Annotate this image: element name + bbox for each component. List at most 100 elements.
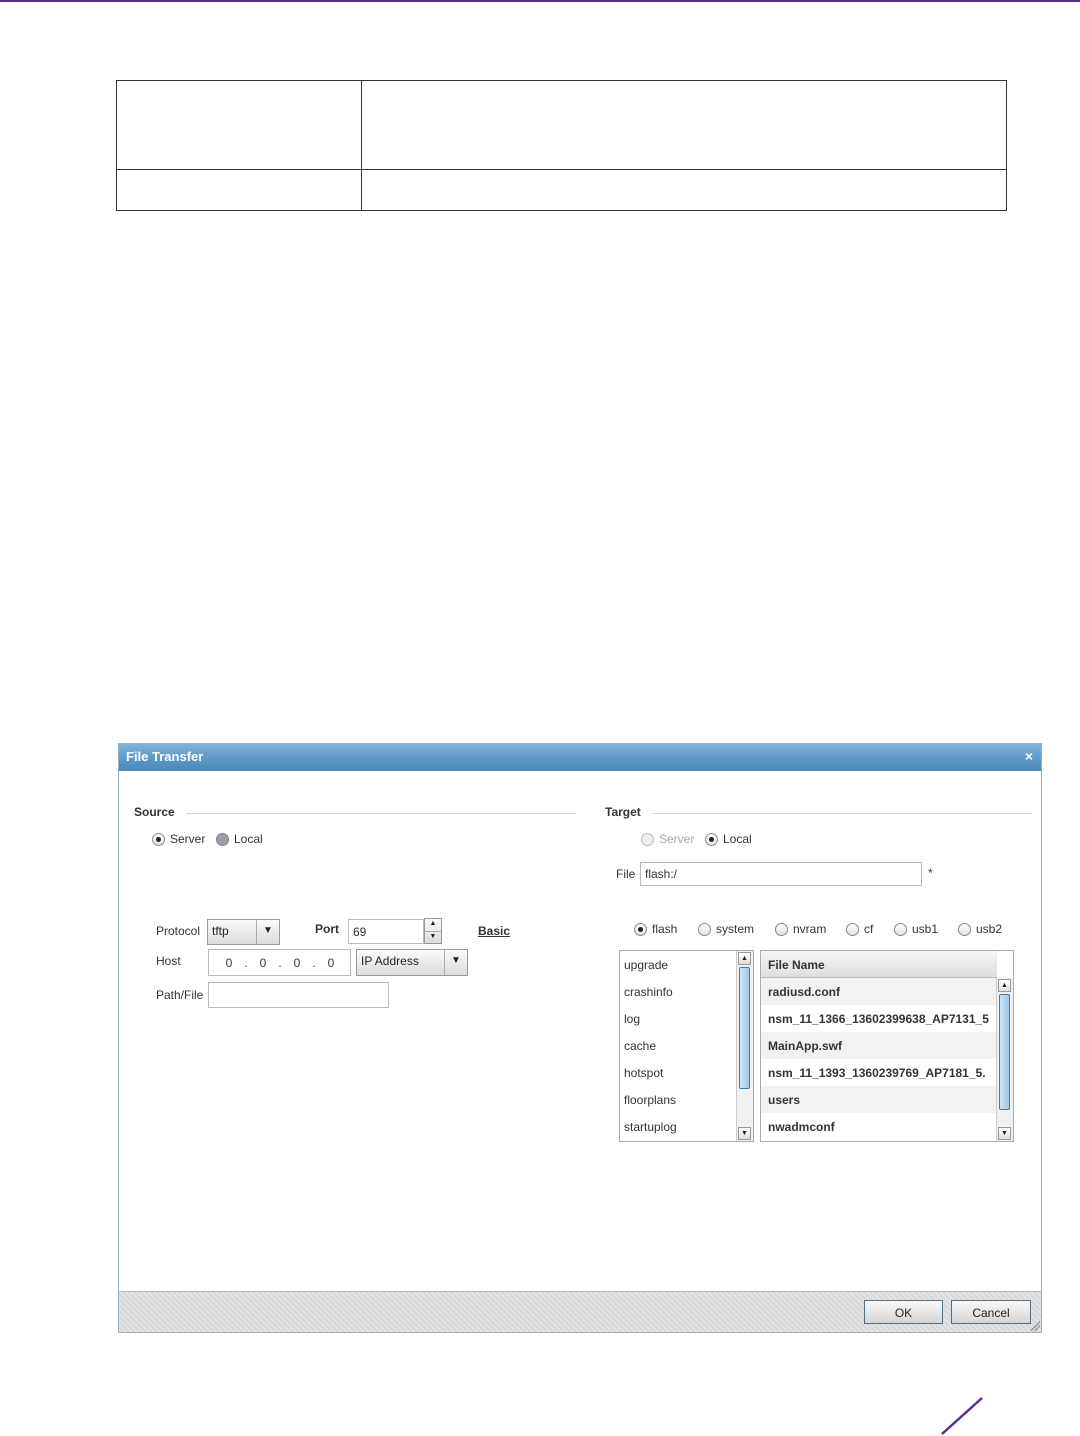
cancel-button[interactable]: Cancel (951, 1300, 1031, 1324)
list-item[interactable]: startuplog (624, 1120, 677, 1134)
host-ip-input[interactable]: 0 . 0 . 0 . 0 (208, 949, 351, 976)
close-icon[interactable]: × (1025, 748, 1033, 764)
divider (186, 813, 576, 814)
target-local-radio[interactable]: Local (705, 832, 752, 846)
port-input[interactable] (348, 919, 424, 944)
ip-dot: . (278, 955, 282, 970)
doc-table (116, 80, 1007, 211)
ip-dot: . (312, 955, 316, 970)
table-row[interactable]: users (761, 1086, 997, 1113)
dialog-footer: OK Cancel (119, 1291, 1041, 1332)
file-name-cell: nsm_11_1393_1360239769_AP7181_5. (768, 1066, 986, 1080)
protocol-select[interactable]: tftp ▼ (207, 919, 280, 945)
radio-selected-icon (152, 832, 165, 846)
scroll-up-icon[interactable]: ▲ (738, 952, 751, 965)
spin-up-icon[interactable]: ▲ (425, 919, 441, 932)
source-section-label: Source (134, 805, 175, 819)
ip-octet[interactable]: 0 (255, 956, 271, 970)
list-item[interactable]: log (624, 1012, 640, 1026)
storage-radio-cf[interactable]: cf (846, 922, 873, 936)
file-grid-scrollbar[interactable]: ▲ ▼ (996, 978, 1013, 1141)
file-input[interactable] (640, 862, 922, 886)
file-name-cell: MainApp.swf (768, 1039, 842, 1053)
pathfile-label: Path/File (156, 988, 204, 1002)
storage-radio-system[interactable]: system (698, 922, 754, 936)
host-type-value: IP Address (361, 954, 419, 968)
target-server-radio[interactable]: Server (641, 832, 694, 846)
list-item[interactable]: upgrade (624, 958, 668, 972)
column-header-label: File Name (768, 958, 825, 972)
radio-icon (775, 922, 788, 936)
host-type-select[interactable]: IP Address ▼ (356, 949, 468, 976)
radio-selected-icon (705, 832, 718, 846)
scroll-down-icon[interactable]: ▼ (738, 1127, 751, 1140)
file-name-column-header[interactable]: File Name (761, 951, 997, 978)
radio-icon (641, 832, 654, 846)
list-item[interactable]: floorplans (624, 1093, 676, 1107)
list-item[interactable]: cache (624, 1039, 656, 1053)
ip-octet[interactable]: 0 (323, 956, 339, 970)
source-local-radio[interactable]: Local (216, 832, 263, 846)
storage-radio-flash[interactable]: flash (634, 922, 677, 936)
file-name-cell: radiusd.conf (768, 985, 841, 999)
footer-slash-icon (941, 1397, 983, 1435)
spin-down-icon[interactable]: ▼ (425, 932, 441, 944)
dropdown-arrow-icon: ▼ (256, 920, 279, 944)
table-row[interactable]: MainApp.swf (761, 1032, 997, 1059)
table-row[interactable]: nsm_11_1366_1360239963​8_AP7131_5 (761, 1005, 997, 1032)
file-name-cell: nsm_11_1366_1360239963​8_AP7131_5 (768, 1012, 989, 1026)
protocol-value: tftp (212, 924, 229, 938)
table-row[interactable]: nwadmconf (761, 1113, 997, 1140)
radio-icon (846, 922, 859, 936)
radio-icon (698, 922, 711, 936)
file-name-cell: users (768, 1093, 801, 1107)
ok-button[interactable]: OK (864, 1300, 943, 1324)
protocol-label: Protocol (156, 924, 201, 938)
folder-list[interactable]: upgrade crashinfo log cache hotspot floo… (619, 950, 754, 1142)
storage-radio-usb2[interactable]: usb2 (958, 922, 1002, 936)
source-server-radio[interactable]: Server (152, 832, 205, 846)
port-spinner[interactable]: ▲ ▼ (424, 918, 442, 944)
pathfile-input[interactable] (208, 982, 389, 1008)
radio-icon (216, 832, 229, 846)
divider (652, 813, 1032, 814)
dropdown-arrow-icon: ▼ (444, 950, 467, 975)
table-cell (116, 169, 362, 211)
required-mark: * (928, 866, 933, 880)
port-label: Port (315, 922, 339, 936)
radio-label: nvram (793, 922, 827, 936)
scroll-thumb[interactable] (999, 994, 1010, 1110)
page-top-rule (0, 0, 1080, 2)
dialog-titlebar[interactable]: File Transfer × (119, 744, 1041, 771)
radio-label: Local (723, 832, 752, 846)
radio-label: system (716, 922, 755, 936)
ip-octet[interactable]: 0 (221, 956, 237, 970)
scroll-down-icon[interactable]: ▼ (998, 1127, 1011, 1140)
list-item[interactable]: hotspot (624, 1066, 663, 1080)
ip-dot: . (244, 955, 248, 970)
file-label: File (616, 867, 636, 881)
folder-list-scrollbar[interactable]: ▲ ▼ (736, 951, 753, 1141)
scroll-thumb[interactable] (739, 967, 750, 1089)
radio-icon (958, 922, 971, 936)
resize-grip-icon[interactable] (1030, 1321, 1040, 1331)
radio-label: Server (659, 832, 695, 846)
table-row[interactable]: radiusd.conf (761, 978, 997, 1005)
radio-icon (894, 922, 907, 936)
table-cell (116, 80, 362, 170)
storage-radio-nvram[interactable]: nvram (775, 922, 826, 936)
table-row[interactable]: nsm_11_1393_1360239769_AP7181_5. (761, 1059, 997, 1086)
ip-octet[interactable]: 0 (289, 956, 305, 970)
radio-label: usb1 (912, 922, 939, 936)
list-item[interactable]: crashinfo (624, 985, 673, 999)
radio-label: usb2 (976, 922, 1003, 936)
basic-link[interactable]: Basic (478, 924, 510, 938)
storage-radio-usb1[interactable]: usb1 (894, 922, 938, 936)
file-grid[interactable]: File Name radiusd.conf nsm_11_1366_13602… (760, 950, 1014, 1142)
scroll-up-icon[interactable]: ▲ (998, 979, 1011, 992)
radio-label: Server (170, 832, 206, 846)
radio-label: flash (652, 922, 678, 936)
file-name-cell: nwadmconf (768, 1120, 835, 1134)
target-section-label: Target (605, 805, 641, 819)
host-label: Host (156, 954, 181, 968)
